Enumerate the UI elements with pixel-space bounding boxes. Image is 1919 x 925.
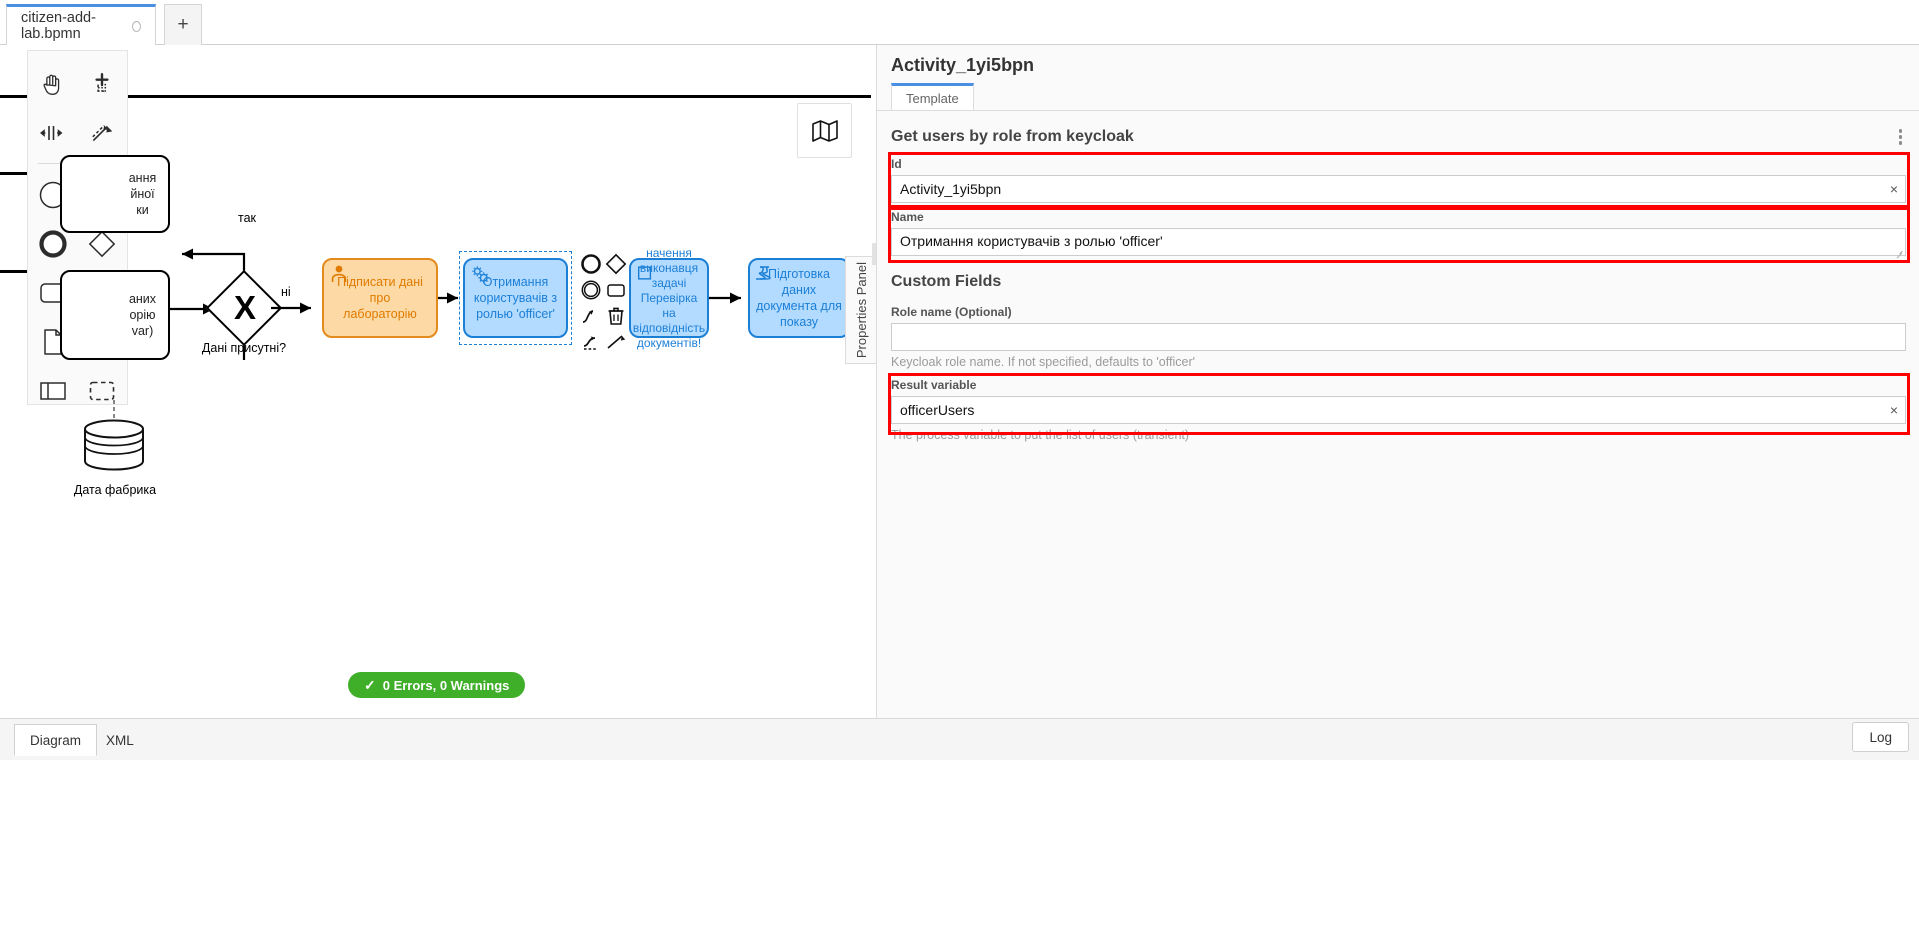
hand-tool-icon[interactable] — [28, 59, 78, 108]
pool-lane-divider-right — [796, 95, 871, 98]
bpmn-task-prepare-doc-label: Підготовка даних документа для показу — [756, 267, 842, 329]
edge-label-yes: так — [238, 211, 257, 225]
resize-handle-icon[interactable] — [1896, 249, 1903, 256]
custom-fields-title: Custom Fields — [891, 273, 1002, 290]
bpmn-task-upper-label: ання йної ки — [128, 171, 157, 217]
append-end-event-icon[interactable] — [578, 251, 604, 277]
clear-id-icon[interactable]: × — [1890, 182, 1898, 196]
name-input[interactable] — [891, 228, 1906, 256]
properties-panel: Activity_1yi5bpn Template Get users by r… — [876, 45, 1919, 718]
unsaved-indicator-icon[interactable] — [132, 20, 141, 32]
properties-panel-tabs[interactable]: Template — [891, 83, 974, 111]
bpmn-data-store[interactable] — [80, 415, 148, 477]
bpmn-task-sign-lab[interactable]: Підписати дані про лабораторію — [322, 258, 438, 338]
bpmn-task-lower-label: аних орію var) — [128, 292, 157, 338]
bpmn-task-check-docs[interactable]: начення виконавця задачі Перевірка на відпов… — [629, 246, 709, 350]
template-group-title: Get users by role from keycloak — [891, 128, 1134, 145]
bpmn-gateway-label: Дані присутні? — [201, 341, 287, 355]
role-name-input[interactable] — [891, 323, 1906, 351]
status-badge[interactable]: ✓ 0 Errors, 0 Warnings — [348, 672, 526, 698]
tab-xml-label: XML — [106, 732, 134, 748]
field-name-label: Name — [891, 210, 924, 224]
field-result-variable-label: Result variable — [891, 378, 977, 392]
space-tool-icon[interactable] — [28, 108, 78, 157]
field-id: Id × — [891, 157, 1906, 203]
participant-icon[interactable] — [28, 366, 78, 415]
log-button[interactable]: Log — [1852, 722, 1909, 752]
field-id-label: Id — [891, 157, 902, 171]
change-type-icon[interactable] — [578, 329, 604, 355]
tab-template-label: Template — [906, 91, 959, 106]
bpmn-canvas[interactable]: ання йної ки аних орію var) так X Дані прису… — [0, 45, 871, 718]
gateway-marker-x: X — [234, 289, 257, 326]
clear-result-variable-icon[interactable]: × — [1890, 403, 1898, 417]
properties-panel-toggle[interactable]: Properties Panel — [845, 256, 876, 364]
editor-tab-label: citizen-add-lab.bpmn — [21, 10, 96, 42]
bottom-bar: Diagram XML — [0, 718, 1919, 760]
bpmn-task-upper[interactable]: ання йної ки — [60, 155, 170, 233]
field-result-variable-hint: The process variable to put the list of … — [891, 428, 1190, 442]
plus-icon: + — [177, 14, 189, 35]
bpmn-exclusive-gateway[interactable]: X — [205, 269, 283, 347]
bpmn-modeler-window: citizen-add-lab.bpmn + ання йної ки аних… — [0, 0, 1919, 925]
bpmn-task-sign-lab-label: Підписати дані про лабораторію — [337, 275, 423, 321]
connect-icon[interactable] — [578, 303, 604, 329]
tab-xml[interactable]: XML — [90, 724, 150, 756]
new-tab-button[interactable]: + — [164, 4, 202, 45]
append-text-annotation-icon[interactable] — [603, 329, 629, 355]
minimap-toggle-button[interactable] — [797, 103, 852, 158]
bpmn-data-store-label: Дата фабрика — [73, 483, 157, 497]
delete-icon[interactable] — [603, 303, 629, 329]
lasso-tool-icon[interactable] — [78, 59, 128, 108]
kebab-menu-icon[interactable] — [1895, 125, 1907, 149]
context-pad[interactable] — [578, 251, 629, 371]
status-badge-text: 0 Errors, 0 Warnings — [382, 677, 510, 693]
field-role-name-label: Role name (Optional) — [891, 305, 1012, 319]
template-group-header[interactable]: Get users by role from keycloak — [891, 123, 1906, 151]
bpmn-task-check-docs-label: начення виконавця задачі Перевірка на відпов… — [632, 245, 706, 350]
field-result-variable: Result variable × The process variable t… — [891, 378, 1906, 442]
panel-resize-grip[interactable] — [872, 243, 876, 265]
global-connect-tool-icon[interactable] — [78, 108, 128, 157]
tab-template[interactable]: Template — [891, 83, 974, 111]
append-task-icon[interactable] — [603, 277, 629, 303]
append-gateway-icon[interactable] — [603, 251, 629, 277]
sequence-flow-no — [271, 302, 311, 314]
bpmn-task-get-users-label: Отримання користувачів з ролью 'officer' — [473, 275, 558, 321]
editor-tab-diagram[interactable]: citizen-add-lab.bpmn — [6, 4, 156, 45]
field-role-name-hint: Keycloak role name. If not specified, de… — [891, 355, 1196, 369]
tab-diagram[interactable]: Diagram — [14, 724, 98, 756]
sequence-flow-to-prepare — [709, 292, 741, 304]
append-intermediate-event-icon[interactable] — [578, 277, 604, 303]
field-role-name: Role name (Optional) Keycloak role name.… — [891, 305, 1906, 369]
editor-tab-bar: citizen-add-lab.bpmn + — [0, 0, 1919, 45]
bpmn-task-lower[interactable]: аних орію var) — [60, 270, 170, 360]
id-input[interactable] — [891, 175, 1906, 203]
edge-label-no: ні — [281, 285, 291, 299]
map-icon — [811, 119, 838, 142]
check-icon: ✓ — [364, 676, 376, 693]
bpmn-task-prepare-doc[interactable]: Підготовка даних документа для показу — [748, 258, 850, 338]
properties-panel-handle-label: Properties Panel — [853, 261, 869, 359]
result-variable-input[interactable] — [891, 396, 1906, 424]
log-button-label: Log — [1869, 729, 1892, 745]
tab-diagram-label: Diagram — [30, 732, 82, 748]
bpmn-task-get-users[interactable]: Отримання користувачів з ролью 'officer' — [463, 258, 568, 338]
tabs-underline — [877, 110, 1919, 111]
properties-panel-title: Activity_1yi5bpn — [891, 55, 1035, 75]
field-name: Name — [891, 210, 1906, 259]
